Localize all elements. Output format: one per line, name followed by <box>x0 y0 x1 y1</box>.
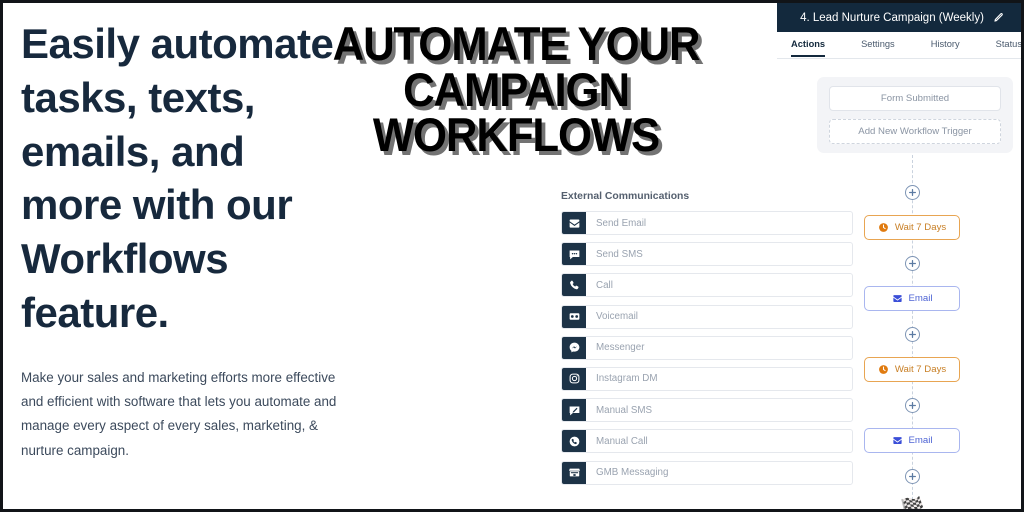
app-tabbar: Actions Settings History Status <box>777 32 1021 59</box>
external-communications-panel: External Communications Send Email Send … <box>561 191 853 492</box>
list-item-label: Send Email <box>596 217 647 229</box>
marketing-panel: Easily automate tasks, texts, emails, an… <box>3 3 421 509</box>
workflow-trigger-panel: Form Submitted Add New Workflow Trigger <box>817 77 1013 153</box>
tab-history[interactable]: History <box>931 32 960 57</box>
phone-icon <box>562 274 586 297</box>
voicemail-icon <box>562 305 586 328</box>
workflow-step-label: Wait 7 Days <box>894 222 947 233</box>
list-item-label: Manual SMS <box>596 404 653 416</box>
promo-screenshot: Easily automate tasks, texts, emails, an… <box>0 0 1024 512</box>
tab-status[interactable]: Status <box>996 32 1021 57</box>
workflow-step-wait[interactable]: Wait 7 Days <box>864 215 960 240</box>
list-item-label: GMB Messaging <box>596 467 669 478</box>
trigger-form-submitted[interactable]: Form Submitted <box>829 86 1001 111</box>
list-item-label: Voicemail <box>596 311 638 323</box>
list-item-label: Call <box>596 279 613 291</box>
app-screenshot: 4. Lead Nurture Campaign (Weekly) Action… <box>421 3 1021 509</box>
campaign-title: 4. Lead Nurture Campaign (Weekly) <box>800 11 984 24</box>
clock-icon <box>878 365 888 374</box>
instagram-icon <box>562 367 586 390</box>
workflow-step-label: Email <box>908 293 933 304</box>
list-item-label: Instagram DM <box>596 373 658 385</box>
chat-bubble-icon <box>562 243 586 266</box>
list-item[interactable]: Messenger <box>561 335 853 360</box>
workflow-step-label: Wait 7 Days <box>894 364 947 375</box>
pencil-icon[interactable] <box>993 12 1004 23</box>
page-title: Easily automate tasks, texts, emails, an… <box>21 20 334 336</box>
envelope-icon <box>892 437 902 444</box>
add-step-button[interactable] <box>905 469 920 484</box>
list-section-title: External Communications <box>561 191 690 202</box>
list-item-label: Manual Call <box>596 435 648 447</box>
marketing-description: Make your sales and marketing efforts mo… <box>21 369 337 458</box>
checkered-flag-icon: 🏁 <box>899 496 926 509</box>
list-item[interactable]: Voicemail <box>561 304 853 329</box>
add-step-button[interactable] <box>905 398 920 413</box>
list-item[interactable]: Send SMS <box>561 242 853 267</box>
workflow-step-email[interactable]: Email <box>864 286 960 311</box>
clock-icon <box>878 223 888 232</box>
app-titlebar: 4. Lead Nurture Campaign (Weekly) <box>777 3 1021 32</box>
list-item[interactable]: Send Email <box>561 211 853 235</box>
add-step-button[interactable] <box>905 185 920 200</box>
list-item[interactable]: GMB Messaging <box>561 460 853 485</box>
workflow-canvas: Wait 7 Days Email Wait 7 Days Email 🏁 <box>849 155 1021 509</box>
add-step-button[interactable] <box>905 256 920 271</box>
workflow-step-wait[interactable]: Wait 7 Days <box>864 357 960 382</box>
messenger-icon <box>562 336 586 359</box>
manual-call-icon <box>562 430 586 453</box>
add-step-button[interactable] <box>905 327 920 342</box>
list-item-label: Send SMS <box>596 248 643 260</box>
list-item[interactable]: Call <box>561 273 853 298</box>
list-item[interactable]: Instagram DM <box>561 366 853 391</box>
storefront-icon <box>562 461 586 484</box>
list-item[interactable]: Manual SMS <box>561 398 853 423</box>
list-item[interactable]: Manual Call <box>561 429 853 454</box>
tab-settings[interactable]: Settings <box>861 32 895 57</box>
add-workflow-trigger-button[interactable]: Add New Workflow Trigger <box>829 119 1001 144</box>
list-item-label: Messenger <box>596 342 645 354</box>
tab-actions[interactable]: Actions <box>791 32 826 57</box>
envelope-icon <box>892 295 902 302</box>
workflow-step-email[interactable]: Email <box>864 428 960 453</box>
manual-sms-icon <box>562 399 586 422</box>
envelope-icon <box>562 212 586 234</box>
workflow-step-label: Email <box>908 435 933 446</box>
